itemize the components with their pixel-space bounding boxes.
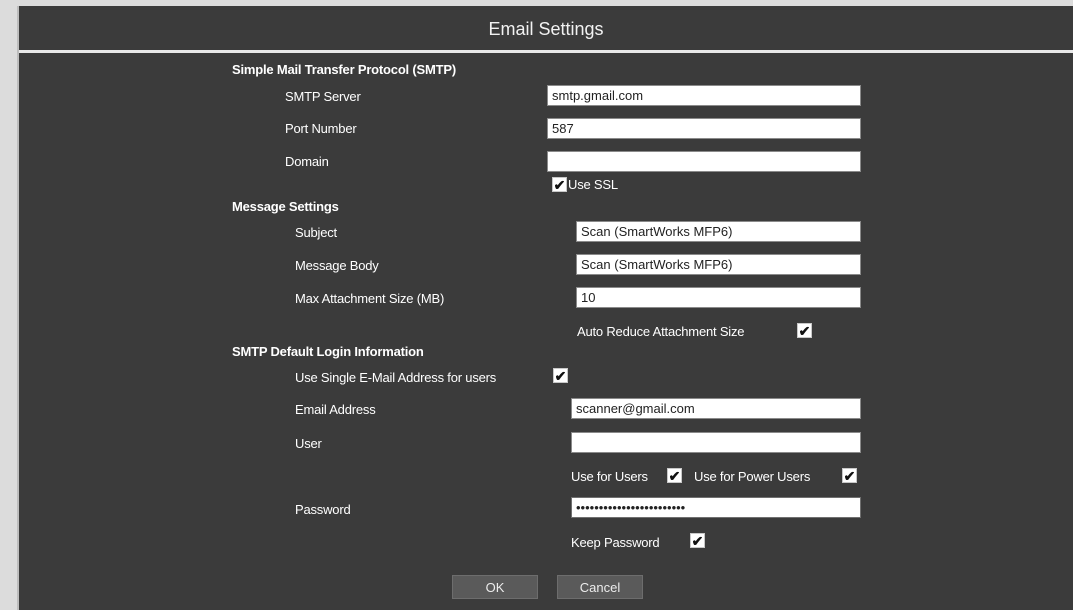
message-body-input[interactable] [576, 254, 861, 275]
single-email-checkbox[interactable]: ✔ [553, 368, 568, 383]
ok-button[interactable]: OK [452, 575, 538, 599]
user-input[interactable] [571, 432, 861, 453]
smtp-server-label: SMTP Server [285, 89, 361, 104]
domain-input[interactable] [547, 151, 861, 172]
email-settings-dialog: Email Settings Simple Mail Transfer Prot… [17, 6, 1073, 610]
use-ssl-label: Use SSL [568, 177, 618, 192]
message-body-label: Message Body [295, 258, 379, 273]
use-for-power-users-checkbox[interactable]: ✔ [842, 468, 857, 483]
max-attachment-input[interactable] [576, 287, 861, 308]
email-address-input[interactable] [571, 398, 861, 419]
login-section-heading: SMTP Default Login Information [232, 344, 424, 359]
title-divider [19, 50, 1073, 53]
check-icon: ✔ [554, 367, 567, 384]
keep-password-checkbox[interactable]: ✔ [690, 533, 705, 548]
use-ssl-checkbox[interactable]: ✔ [552, 177, 567, 192]
auto-reduce-label: Auto Reduce Attachment Size [577, 324, 745, 339]
subject-label: Subject [295, 225, 337, 240]
check-icon: ✔ [668, 467, 681, 484]
email-address-label: Email Address [295, 402, 376, 417]
max-attachment-label: Max Attachment Size (MB) [295, 291, 445, 306]
cancel-button[interactable]: Cancel [557, 575, 643, 599]
port-number-input[interactable] [547, 118, 861, 139]
check-icon: ✔ [798, 322, 811, 339]
single-email-label: Use Single E-Mail Address for users [295, 370, 497, 385]
check-icon: ✔ [553, 176, 566, 193]
message-section-heading: Message Settings [232, 199, 339, 214]
password-label: Password [295, 502, 351, 517]
use-for-power-users-label: Use for Power Users [694, 469, 811, 484]
use-for-users-label: Use for Users [571, 469, 648, 484]
dialog-title: Email Settings [19, 6, 1073, 50]
check-icon: ✔ [691, 532, 704, 549]
port-number-label: Port Number [285, 121, 357, 136]
smtp-server-input[interactable] [547, 85, 861, 106]
auto-reduce-checkbox[interactable]: ✔ [797, 323, 812, 338]
user-label: User [295, 436, 322, 451]
subject-input[interactable] [576, 221, 861, 242]
keep-password-label: Keep Password [571, 535, 660, 550]
password-input[interactable] [571, 497, 861, 518]
use-for-users-checkbox[interactable]: ✔ [667, 468, 682, 483]
smtp-section-heading: Simple Mail Transfer Protocol (SMTP) [232, 62, 456, 77]
check-icon: ✔ [843, 467, 856, 484]
domain-label: Domain [285, 154, 329, 169]
